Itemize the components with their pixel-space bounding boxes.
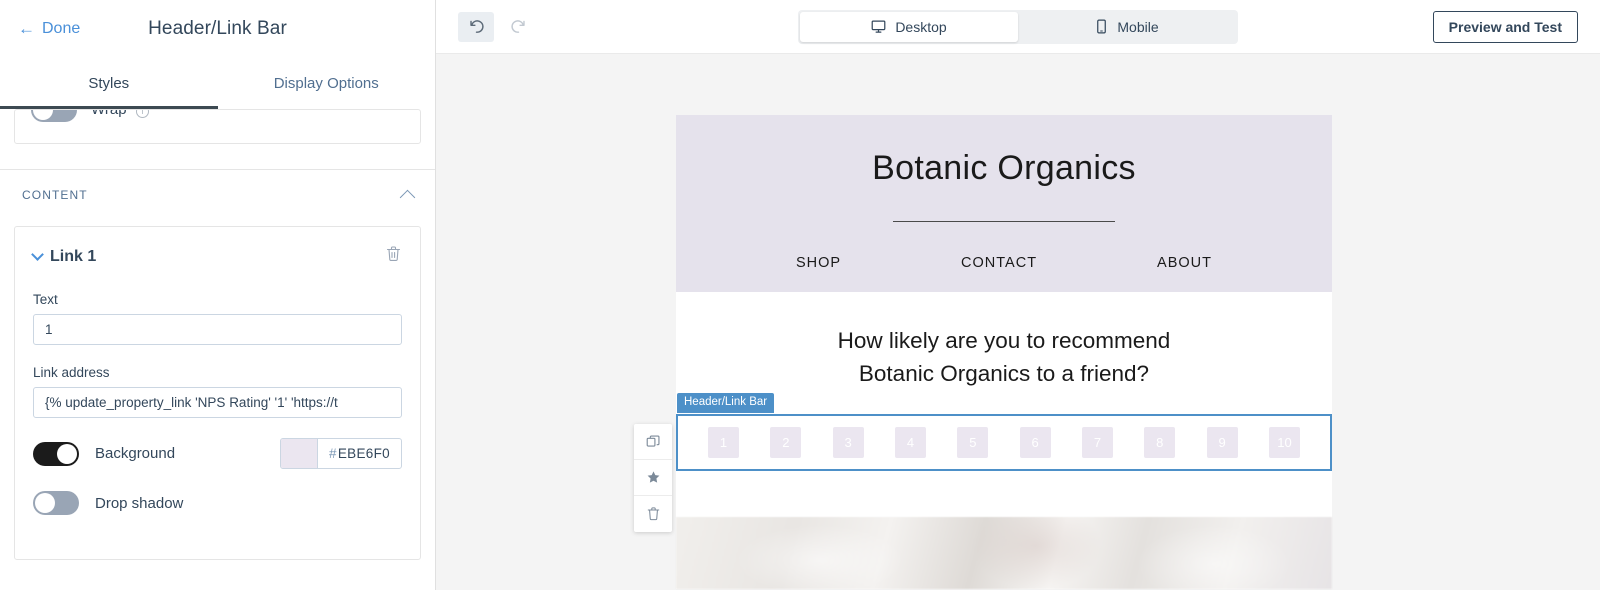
delete-module-button[interactable] <box>634 496 672 532</box>
wrap-toggle[interactable] <box>31 110 77 122</box>
nps-rating-button-5[interactable]: 5 <box>957 427 989 459</box>
nav-item-contact[interactable]: CONTACT <box>961 255 1037 271</box>
email-body: How likely are you to recommend Botanic … <box>676 292 1332 590</box>
nps-module-wrapper: Header/Link Bar 1 2 3 4 5 6 7 8 9 10 <box>676 393 1332 472</box>
email-nav: SHOP CONTACT ABOUT <box>676 255 1332 271</box>
nps-rating-bar[interactable]: 1 2 3 4 5 6 7 8 9 10 <box>676 414 1332 472</box>
done-button[interactable]: ← Done <box>18 20 80 38</box>
email-preview: Botanic Organics SHOP CONTACT ABOUT How … <box>676 115 1332 590</box>
delete-link-icon[interactable] <box>385 245 402 268</box>
wrap-label-group: Wrap i <box>91 109 150 119</box>
color-hex-value: EBE6F0 <box>337 446 390 461</box>
chevron-up-icon[interactable] <box>399 189 416 205</box>
back-arrow-icon: ← <box>18 19 35 38</box>
nps-question-line2: Botanic Organics to a friend? <box>858 360 1150 386</box>
nps-rating-button-4[interactable]: 4 <box>894 427 926 459</box>
selected-module-badge: Header/Link Bar <box>677 393 775 413</box>
nps-rating-button-10[interactable]: 10 <box>1268 427 1300 459</box>
device-mobile-label: Mobile <box>1117 18 1159 35</box>
drop-shadow-toggle[interactable] <box>33 491 79 515</box>
nps-rating-button-9[interactable]: 9 <box>1206 427 1238 459</box>
chevron-down-icon[interactable] <box>31 248 44 261</box>
redo-button[interactable] <box>500 12 536 42</box>
text-input[interactable] <box>33 314 402 345</box>
wrap-card: Wrap i <box>14 109 421 144</box>
mobile-icon <box>1097 19 1107 34</box>
header-divider <box>893 221 1115 222</box>
wrap-label: Wrap <box>91 109 127 118</box>
color-hex-value-group: #EBE6F0 <box>318 446 401 461</box>
content-section-title: CONTENT <box>22 188 88 202</box>
duplicate-module-button[interactable] <box>634 424 672 460</box>
brand-name: Botanic Organics <box>872 149 1136 187</box>
background-label: Background <box>95 445 176 462</box>
drop-shadow-label: Drop shadow <box>95 494 184 512</box>
tab-display-options-label: Display Options <box>273 74 379 92</box>
device-desktop-label: Desktop <box>895 18 947 35</box>
duplicate-icon <box>646 435 659 447</box>
module-action-strip <box>634 424 672 532</box>
wrap-toggle-knob <box>33 110 53 120</box>
nps-rating-button-8[interactable]: 8 <box>1144 427 1176 459</box>
wrap-row: Wrap i <box>31 109 150 122</box>
nps-rating-button-6[interactable]: 6 <box>1019 427 1051 459</box>
drop-shadow-row: Drop shadow <box>33 491 402 515</box>
nps-question-line1: How likely are you to recommend <box>837 328 1171 353</box>
link-card: Link 1 Text Link address <box>14 226 421 560</box>
text-field-label: Text <box>33 292 58 307</box>
history-controls <box>458 11 536 42</box>
email-hero-image <box>676 517 1332 590</box>
device-mobile-button[interactable]: Mobile <box>1018 12 1236 42</box>
trash-icon <box>647 507 659 521</box>
panel-scroll-area[interactable]: Wrap i CONTENT Link 1 Text 1 Link addres… <box>0 109 435 590</box>
tab-display-options[interactable]: Display Options <box>218 57 436 109</box>
device-desktop-button[interactable]: Desktop <box>800 11 1018 42</box>
settings-panel: ← Done Header/Link Bar Styles Display Op… <box>0 0 436 590</box>
tab-styles[interactable]: Styles <box>0 57 218 109</box>
app-root: ← Done Header/Link Bar Styles Display Op… <box>0 0 1600 590</box>
preview-canvas[interactable]: Botanic Organics SHOP CONTACT ABOUT How … <box>436 54 1600 590</box>
link-address-label: Link address <box>33 365 110 380</box>
editor-canvas-area: Desktop Mobile Preview and Test Botanic … <box>436 0 1600 590</box>
background-color-field[interactable]: #EBE6F0 <box>280 438 402 469</box>
panel-tabs: Styles Display Options <box>0 57 435 109</box>
background-toggle-knob <box>57 443 77 464</box>
color-swatch[interactable] <box>281 439 318 468</box>
panel-header: ← Done Header/Link Bar <box>0 0 435 57</box>
undo-button[interactable] <box>458 11 494 42</box>
editor-toolbar: Desktop Mobile Preview and Test <box>436 0 1600 54</box>
nps-rating-button-7[interactable]: 7 <box>1081 427 1113 459</box>
device-switcher: Desktop Mobile <box>798 9 1238 44</box>
nav-item-about[interactable]: ABOUT <box>1157 255 1212 271</box>
drop-shadow-toggle-knob <box>35 493 55 513</box>
preview-and-test-button[interactable]: Preview and Test <box>1432 10 1578 43</box>
tab-styles-label: Styles <box>88 74 130 92</box>
done-label: Done <box>42 19 81 37</box>
hash-symbol: # <box>329 446 337 461</box>
background-row: Background #EBE6F0 <box>33 438 402 469</box>
link-header-left[interactable]: Link 1 <box>31 247 97 266</box>
link-address-input[interactable] <box>33 387 402 418</box>
link-card-header: Link 1 <box>31 245 402 268</box>
nav-item-shop[interactable]: SHOP <box>796 255 841 271</box>
content-section-header[interactable]: CONTENT <box>0 170 435 220</box>
favorite-module-button[interactable] <box>634 460 672 496</box>
text-field-block: Text <box>33 292 402 345</box>
nps-rating-button-3[interactable]: 3 <box>832 427 864 459</box>
preview-and-test-label: Preview and Test <box>1448 18 1562 35</box>
desktop-icon <box>871 20 886 33</box>
background-toggle[interactable] <box>33 441 79 466</box>
link-address-field-block: Link address <box>33 365 402 418</box>
nps-rating-button-2[interactable]: 2 <box>770 427 802 459</box>
redo-icon <box>510 20 525 33</box>
email-spacer <box>676 471 1332 518</box>
email-header-module[interactable]: Botanic Organics SHOP CONTACT ABOUT <box>676 115 1332 292</box>
undo-icon <box>469 20 484 33</box>
info-icon[interactable]: i <box>136 110 150 118</box>
nps-question: How likely are you to recommend Botanic … <box>676 325 1332 390</box>
nps-rating-button-1[interactable]: 1 <box>708 427 739 459</box>
link-title: Link 1 <box>50 247 97 265</box>
star-icon <box>647 471 659 483</box>
